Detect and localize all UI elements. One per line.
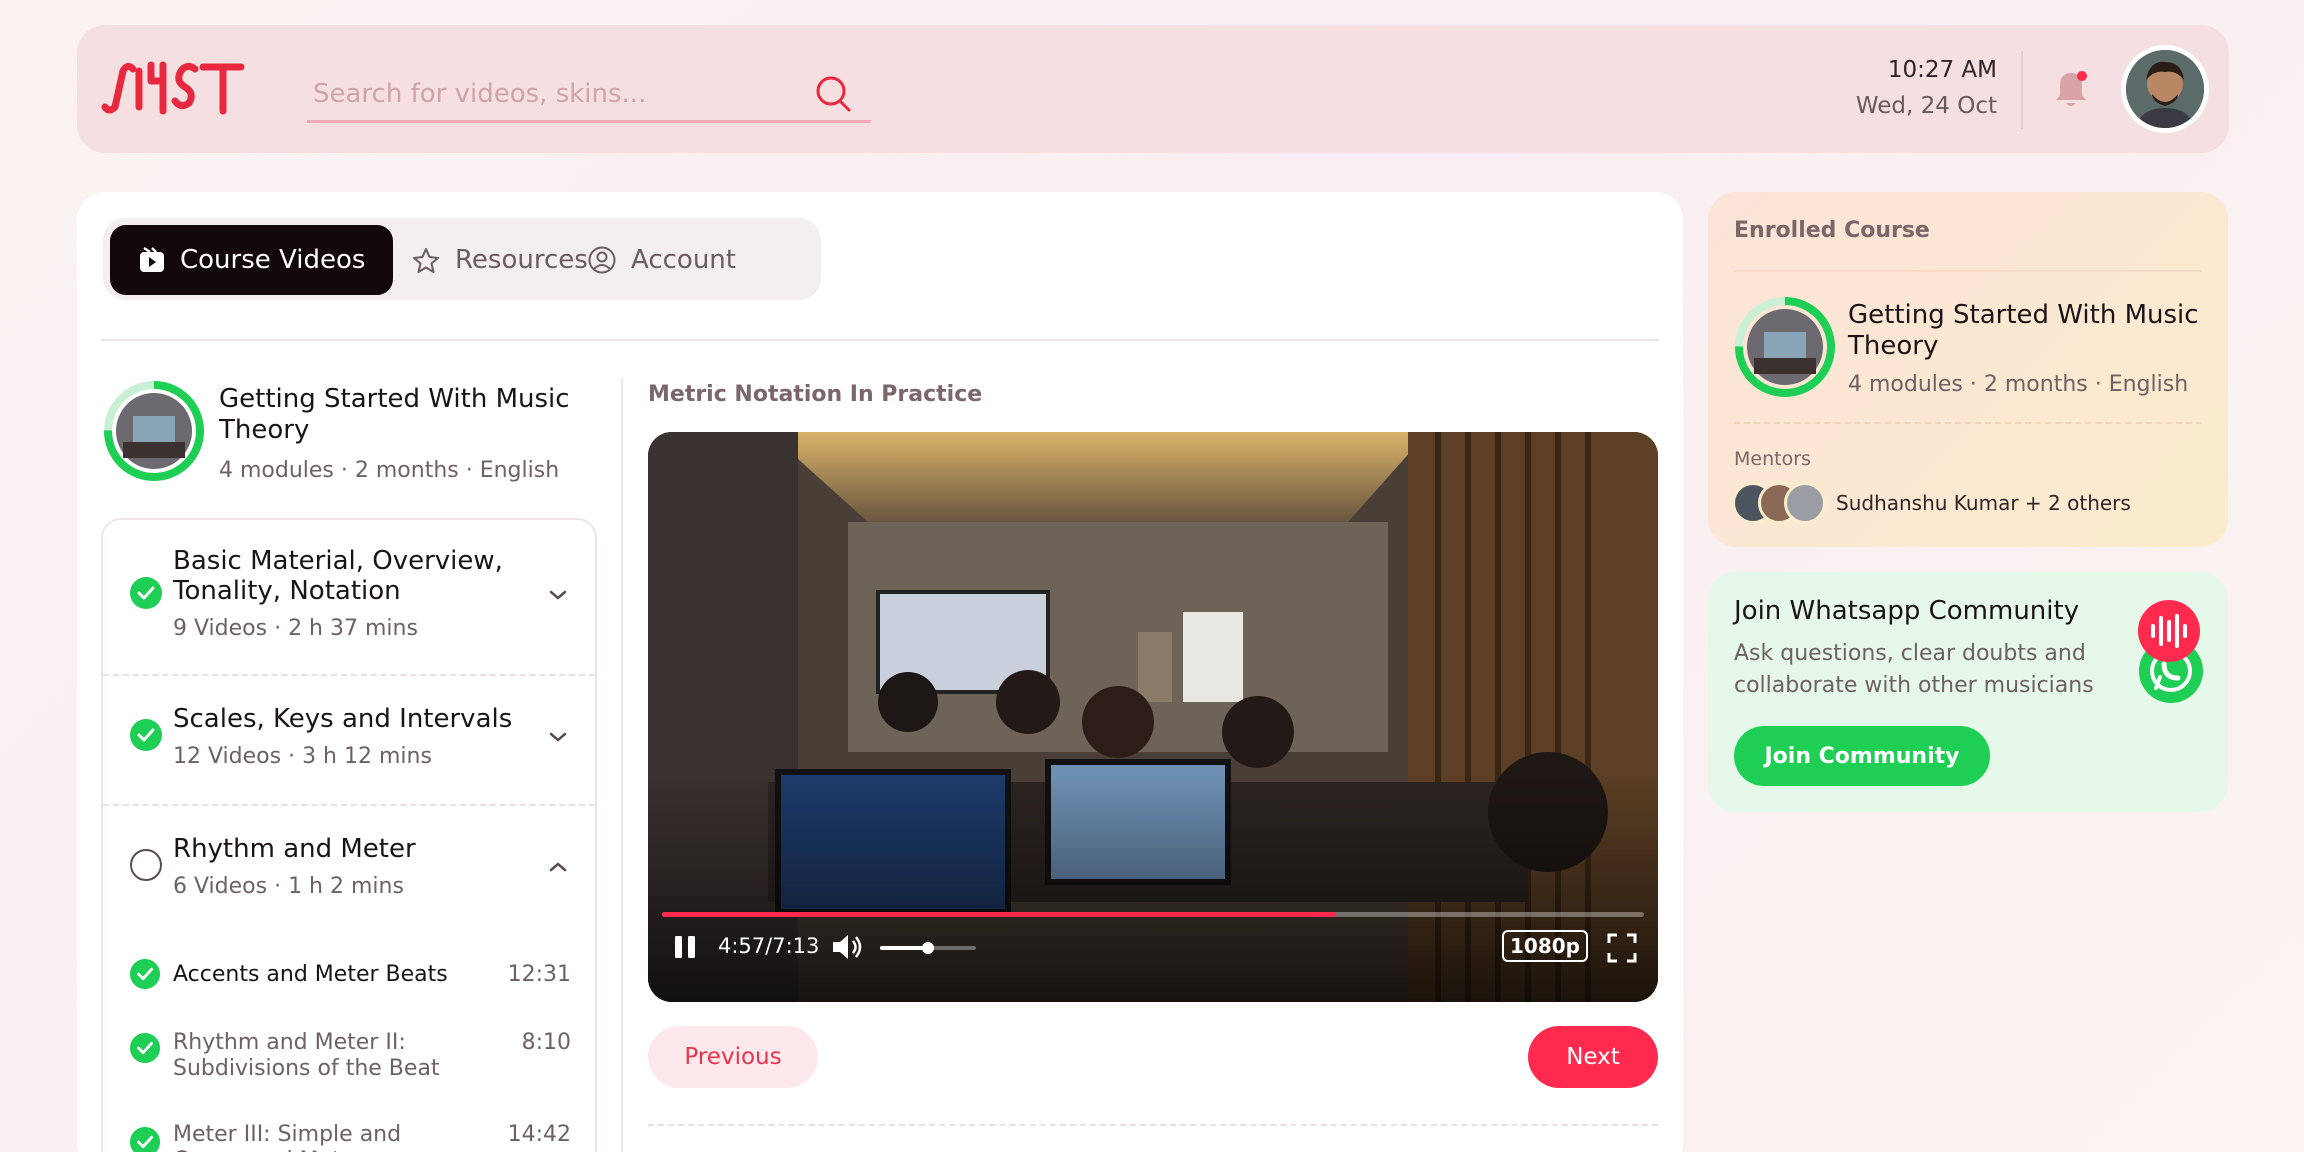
check-circle-icon: [129, 1032, 161, 1064]
video-time: 4:57/7:13: [718, 934, 820, 958]
top-header: Search for videos, skins... 10:27 AM Wed…: [77, 25, 2229, 153]
mentor-avatar: [1784, 482, 1826, 524]
user-circle-icon: [588, 246, 616, 274]
tab-label: Account: [631, 245, 736, 275]
module-title: Scales, Keys and Intervals: [173, 704, 513, 734]
lesson-item[interactable]: Meter III: Simple and Compound Meters 14…: [103, 1096, 595, 1152]
lesson-item[interactable]: Rhythm and Meter II: Subdivisions of the…: [103, 1004, 595, 1084]
module-meta: 6 Videos · 1 h 2 mins: [173, 874, 404, 899]
tab-course-videos[interactable]: Course Videos: [110, 225, 394, 295]
lesson-title: Meter III: Simple and Compound Meters: [173, 1122, 402, 1152]
module-list: Basic Material, Overview, Tonality, Nota…: [101, 518, 597, 1152]
mentors-label: Mentors: [1734, 448, 1811, 470]
fullscreen-icon[interactable]: [1606, 932, 1638, 964]
enrolled-label: Enrolled Course: [1734, 218, 1930, 243]
course-progress-ring: [104, 381, 204, 481]
lesson-item[interactable]: Accents and Meter Beats 12:31: [103, 934, 595, 994]
module-item[interactable]: Basic Material, Overview, Tonality, Nota…: [103, 520, 595, 674]
enrolled-course-meta: 4 modules · 2 months · English: [1848, 372, 2189, 397]
enrolled-course-card[interactable]: Enrolled Course Getting Started With Mus…: [1708, 192, 2228, 547]
lesson-title: Rhythm and Meter II: Subdivisions of the…: [173, 1030, 440, 1081]
video-player[interactable]: 4:57/7:13 1080p: [648, 432, 1658, 1002]
clock-time: 10:27 AM: [1887, 57, 1997, 83]
check-circle-icon: [130, 719, 162, 751]
volume-knob[interactable]: [922, 942, 934, 954]
community-description: Ask questions, clear doubts and collabor…: [1734, 641, 2094, 698]
community-title: Join Whatsapp Community: [1734, 596, 2080, 626]
video-progress-bar[interactable]: [662, 912, 1644, 917]
video-title: Metric Notation In Practice: [648, 382, 983, 407]
module-title: Rhythm and Meter: [173, 834, 416, 864]
video-icon: [140, 246, 164, 272]
enrolled-course-title: Getting Started With Music Theory: [1848, 300, 2199, 361]
column-divider: [621, 378, 623, 1152]
main-panel: Course Videos Resources Account Getting …: [77, 192, 1683, 1152]
star-icon: [413, 248, 439, 273]
chevron-down-icon[interactable]: [547, 588, 569, 602]
content-divider: [648, 1124, 1658, 1126]
search-bar[interactable]: Search for videos, skins...: [307, 65, 871, 123]
section-divider: [101, 339, 1659, 341]
module-meta: 9 Videos · 2 h 37 mins: [173, 616, 418, 641]
check-circle-icon: [130, 577, 162, 609]
pause-icon[interactable]: [670, 932, 700, 962]
lesson-duration: 12:31: [507, 962, 571, 987]
check-circle-icon: [129, 1126, 161, 1152]
tab-account[interactable]: Account: [559, 225, 764, 295]
enrolled-progress-ring: [1735, 297, 1835, 397]
brand-badge-icon: [2138, 600, 2200, 662]
join-community-button[interactable]: Join Community: [1734, 726, 1990, 786]
enrolled-divider: [1734, 270, 2202, 272]
header-divider: [2021, 51, 2023, 129]
check-circle-icon: [129, 958, 161, 990]
user-avatar[interactable]: [2121, 45, 2209, 133]
empty-circle-icon: [130, 849, 162, 881]
mentors-names: Sudhanshu Kumar + 2 others: [1836, 491, 2131, 515]
next-button[interactable]: Next: [1528, 1026, 1658, 1088]
tab-bar: Course Videos Resources Account: [103, 218, 821, 300]
module-item[interactable]: Rhythm and Meter 6 Videos · 1 h 2 mins: [103, 806, 595, 934]
video-controls: 4:57/7:13 1080p: [648, 912, 1658, 1002]
clock: 10:27 AM Wed, 24 Oct: [1856, 57, 1997, 119]
course-title: Getting Started With Music Theory: [219, 384, 570, 445]
tab-label: Course Videos: [180, 245, 366, 275]
search-icon[interactable]: [813, 73, 853, 113]
volume-level: [880, 946, 928, 950]
previous-button[interactable]: Previous: [648, 1026, 818, 1088]
enrolled-dash-divider: [1734, 422, 2202, 424]
quality-badge[interactable]: 1080p: [1502, 930, 1588, 962]
volume-slider[interactable]: [880, 942, 976, 954]
module-meta: 12 Videos · 3 h 12 mins: [173, 744, 432, 769]
chevron-down-icon[interactable]: [547, 730, 569, 744]
lesson-duration: 8:10: [521, 1030, 571, 1055]
lesson-duration: 14:42: [507, 1122, 571, 1147]
volume-icon[interactable]: [830, 932, 864, 962]
chevron-up-icon[interactable]: [547, 860, 569, 874]
module-title: Basic Material, Overview, Tonality, Nota…: [173, 546, 503, 606]
course-meta: 4 modules · 2 months · English: [219, 458, 560, 483]
clock-date: Wed, 24 Oct: [1855, 93, 1997, 119]
lesson-title: Accents and Meter Beats: [173, 962, 448, 987]
mentor-avatars: [1732, 482, 1832, 524]
search-input[interactable]: Search for videos, skins...: [313, 79, 646, 109]
module-item[interactable]: Scales, Keys and Intervals 12 Videos · 3…: [103, 676, 595, 804]
community-card: Join Whatsapp Community Ask questions, c…: [1708, 572, 2228, 812]
brand-logo[interactable]: [99, 57, 249, 119]
notification-bell-icon[interactable]: [2051, 67, 2091, 111]
video-progress-fill: [662, 912, 1336, 917]
